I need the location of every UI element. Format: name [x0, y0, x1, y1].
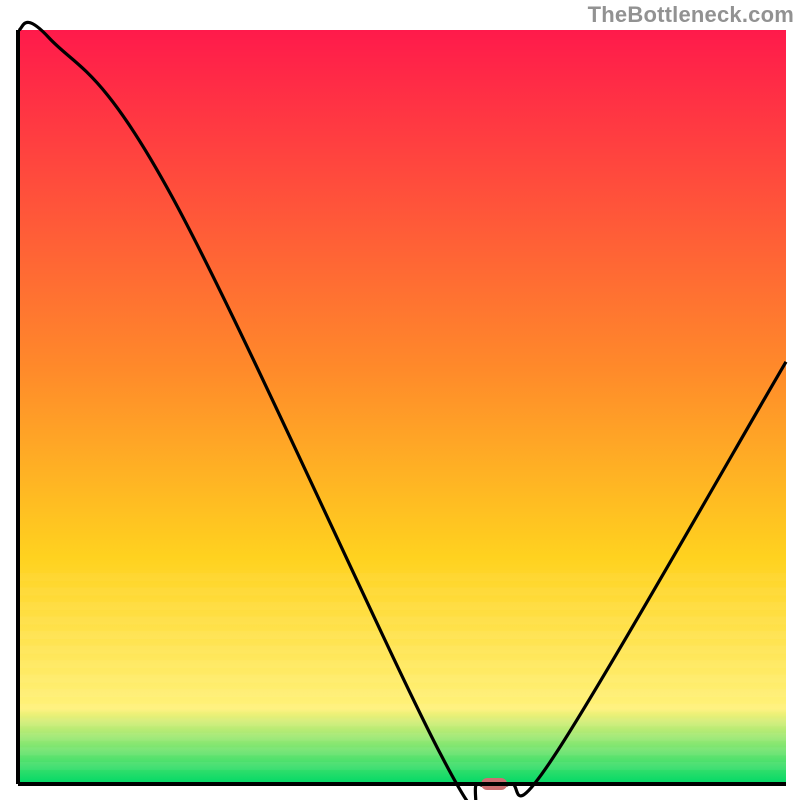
chart-stage: TheBottleneck.com: [0, 0, 800, 800]
plot-background: [18, 30, 786, 784]
bottleneck-chart: [0, 0, 800, 800]
